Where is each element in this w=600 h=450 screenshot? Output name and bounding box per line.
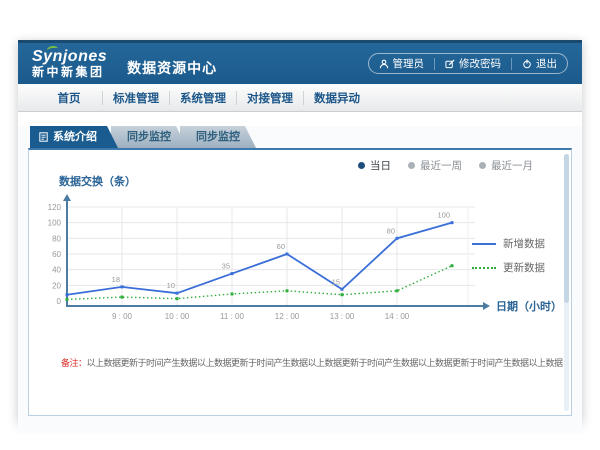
svg-text:14 : 00: 14 : 00 xyxy=(385,312,410,321)
radio-last-month[interactable]: 最近一月 xyxy=(479,158,533,173)
svg-text:60: 60 xyxy=(52,250,61,259)
logout-label: 退出 xyxy=(536,56,557,71)
svg-text:100: 100 xyxy=(48,219,62,228)
note-text: 以上数据更新于时间产生数据以上数据更新于时间产生数据以上数据更新于时间产生数据以… xyxy=(87,358,563,368)
logo: Synjones 新中新集团 xyxy=(32,49,107,78)
radio-label: 最近一月 xyxy=(491,158,533,173)
main-nav: 首页 标准管理 系统管理 对接管理 数据异动 xyxy=(18,84,582,112)
svg-text:80: 80 xyxy=(52,234,61,243)
change-password-label: 修改密码 xyxy=(459,56,501,71)
nav-item-data-change[interactable]: 数据异动 xyxy=(304,90,370,106)
svg-text:40: 40 xyxy=(52,266,61,275)
app-window: Synjones 新中新集团 数据资源中心 管理员 修改密码 xyxy=(18,40,582,422)
document-icon xyxy=(39,132,48,142)
svg-text:18: 18 xyxy=(112,275,120,284)
radio-dot-icon xyxy=(408,162,415,169)
svg-text:15: 15 xyxy=(332,277,340,286)
user-label: 管理员 xyxy=(393,56,425,71)
chart-legend: 新增数据 更新数据 xyxy=(472,236,545,275)
change-password-button[interactable]: 修改密码 xyxy=(435,56,511,71)
chart-panel: 当日 最近一周 最近一月 数据交换（条） 0 20 40 60 80 100 120 9 : … xyxy=(28,148,572,416)
nav-item-system-mgmt[interactable]: 系统管理 xyxy=(170,90,236,106)
legend-item-new-data: 新增数据 xyxy=(472,236,545,251)
nav-item-interface-mgmt[interactable]: 对接管理 xyxy=(237,90,303,106)
svg-text:日期（小时）: 日期（小时） xyxy=(496,299,562,313)
y-axis-title: 数据交换（条） xyxy=(59,173,136,189)
radio-last-week[interactable]: 最近一周 xyxy=(408,158,462,173)
svg-text:13 : 00: 13 : 00 xyxy=(330,312,355,321)
radio-today[interactable]: 当日 xyxy=(358,158,391,173)
time-range-filter: 当日 最近一周 最近一月 xyxy=(358,158,533,173)
svg-text:35: 35 xyxy=(222,262,230,271)
tab-system-intro[interactable]: 系统介绍 xyxy=(30,126,118,148)
user-icon xyxy=(379,59,389,69)
user-menu-button[interactable]: 管理员 xyxy=(369,56,435,71)
radio-dot-icon xyxy=(358,162,365,169)
radio-dot-icon xyxy=(479,162,486,169)
svg-text:0: 0 xyxy=(57,297,62,306)
svg-text:80: 80 xyxy=(387,226,395,235)
svg-text:120: 120 xyxy=(48,203,62,212)
footer-note: 备注：以上数据更新于时间产生数据以上数据更新于时间产生数据以上数据更新于时间产生… xyxy=(61,356,563,369)
tab-sync-monitor-1[interactable]: 同步监控 xyxy=(111,126,187,148)
svg-text:10: 10 xyxy=(167,281,175,290)
svg-text:100: 100 xyxy=(437,211,450,220)
svg-text:10 : 00: 10 : 00 xyxy=(165,312,190,321)
legend-item-updated-data: 更新数据 xyxy=(472,260,545,275)
user-toolbar: 管理员 修改密码 退出 xyxy=(368,53,569,74)
svg-text:20: 20 xyxy=(52,281,61,290)
nav-item-home[interactable]: 首页 xyxy=(36,90,102,106)
header: Synjones 新中新集团 数据资源中心 管理员 修改密码 xyxy=(18,40,582,84)
svg-text:11 : 00: 11 : 00 xyxy=(220,312,244,321)
scrollbar-thumb[interactable] xyxy=(564,154,569,303)
dotted-line-icon xyxy=(472,267,496,269)
panel-scrollbar[interactable] xyxy=(564,154,569,411)
svg-text:9 : 00: 9 : 00 xyxy=(112,312,133,321)
logout-button[interactable]: 退出 xyxy=(512,56,567,71)
svg-text:12 : 00: 12 : 00 xyxy=(275,312,300,321)
svg-text:60: 60 xyxy=(277,242,285,251)
edit-icon xyxy=(445,59,455,69)
radio-label: 最近一周 xyxy=(420,158,462,173)
page-title: 数据资源中心 xyxy=(127,50,217,78)
tab-sync-monitor-2[interactable]: 同步监控 xyxy=(180,126,256,148)
legend-label: 更新数据 xyxy=(503,260,545,275)
logo-secondary-text: 新中新集团 xyxy=(32,66,107,79)
logo-primary-text: Synjones xyxy=(32,49,107,66)
solid-line-icon xyxy=(472,243,496,245)
radio-label: 当日 xyxy=(370,158,391,173)
nav-item-standard-mgmt[interactable]: 标准管理 xyxy=(103,90,169,106)
content-area: 系统介绍 同步监控 同步监控 当日 最近一周 最近一月 数据交 xyxy=(18,126,582,433)
tab-bar: 系统介绍 同步监控 同步监控 xyxy=(30,126,582,148)
power-icon xyxy=(522,59,532,69)
note-prefix: 备注： xyxy=(61,358,87,368)
tab-label: 系统介绍 xyxy=(53,126,97,148)
legend-label: 新增数据 xyxy=(503,236,545,251)
